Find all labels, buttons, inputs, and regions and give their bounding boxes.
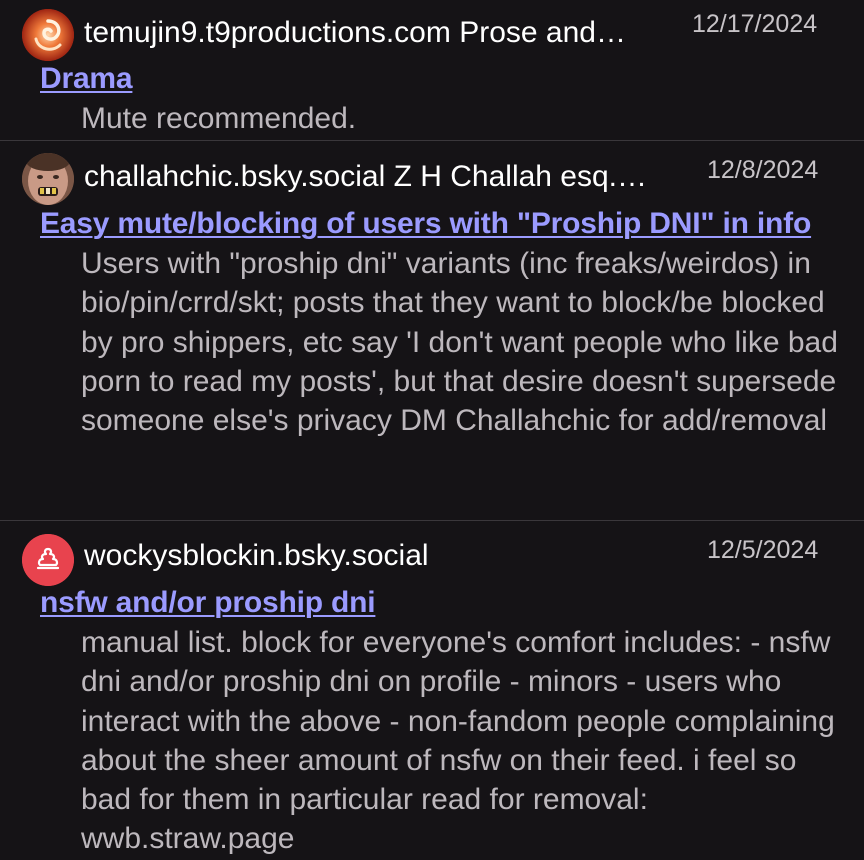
- poop-icon: [22, 534, 74, 586]
- avatar[interactable]: [22, 153, 74, 205]
- post-date: 12/5/2024: [707, 536, 819, 564]
- list-title-link[interactable]: Easy mute/blocking of users with "Proshi…: [40, 206, 811, 242]
- list-item[interactable]: temujin9.t9productions.com Prose and… 12…: [0, 0, 864, 140]
- list-title-link[interactable]: nsfw and/or proship dni: [40, 585, 376, 621]
- list-description: Mute recommended.: [81, 102, 357, 135]
- list-item[interactable]: challahchic.bsky.social Z H Challah esq.…: [0, 140, 864, 520]
- author-handle[interactable]: challahchic.bsky.social Z H Challah esq.…: [84, 159, 698, 195]
- face-photo-avatar-icon: [22, 153, 74, 205]
- list-item[interactable]: wockysblockin.bsky.social 12/5/2024 nsfw…: [0, 520, 864, 860]
- orange-swirl-avatar-icon: [22, 9, 74, 61]
- list-description: Users with "proship dni" variants (inc f…: [81, 247, 838, 438]
- author-handle[interactable]: temujin9.t9productions.com Prose and…: [84, 15, 688, 51]
- list-feed: temujin9.t9productions.com Prose and… 12…: [0, 0, 864, 860]
- list-title-link[interactable]: Drama: [40, 61, 133, 97]
- post-date: 12/8/2024: [707, 156, 819, 184]
- avatar[interactable]: [22, 9, 74, 61]
- author-handle[interactable]: wockysblockin.bsky.social: [84, 538, 698, 574]
- avatar[interactable]: [22, 534, 74, 586]
- list-description: manual list. block for everyone's comfor…: [81, 626, 835, 856]
- post-date: 12/17/2024: [692, 10, 818, 38]
